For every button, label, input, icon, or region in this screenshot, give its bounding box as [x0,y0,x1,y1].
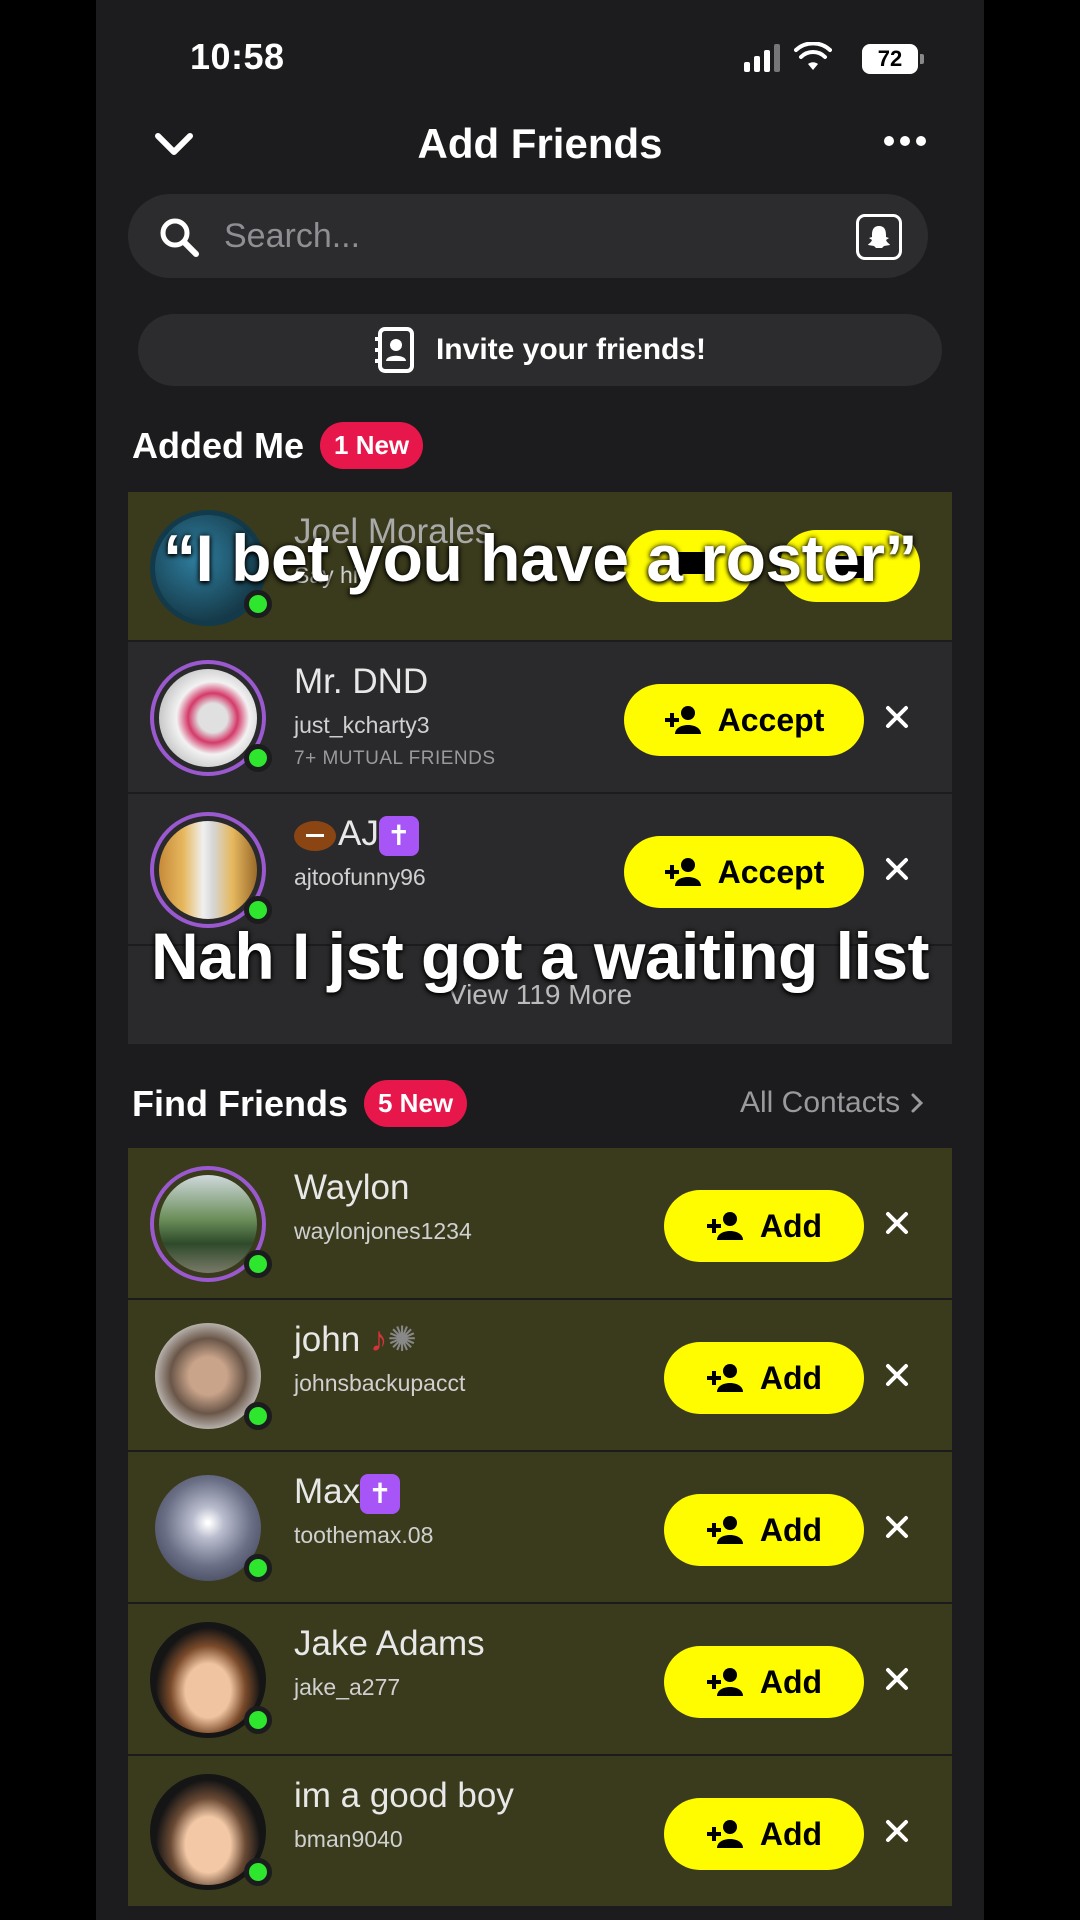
caption-top: “I bet you have a roster” [162,521,918,595]
list-item[interactable]: im a good boy bman9040 Add [128,1756,952,1908]
close-icon[interactable] [882,854,912,884]
caption-bottom: Nah I jst got a waiting list [150,919,930,993]
add-friend-icon [664,858,701,886]
friend-name: im a good boy [294,1776,514,1815]
add-label: Add [759,1511,823,1548]
close-icon[interactable] [882,1664,912,1694]
close-icon[interactable] [882,1512,912,1542]
friend-name-text: AJ [338,814,379,853]
list-item[interactable]: Jake Adams jake_a277 Add [128,1604,952,1756]
online-indicator [244,1554,272,1582]
friend-username: bman9040 [294,1826,403,1852]
search-icon [160,218,199,257]
all-contacts-link[interactable]: All Contacts [740,1086,924,1120]
add-friend-icon [706,1668,743,1696]
guitar-icon: ♪ [369,1320,388,1359]
search-bar [128,194,928,278]
ghost-icon [868,226,890,248]
friend-name: AJ ✝ [294,814,419,856]
friend-username: just_kcharty3 [294,712,430,738]
accept-label: Accept [717,701,825,738]
contacts-book-icon [374,327,414,373]
add-friend-icon [706,1820,743,1848]
online-indicator [244,1858,272,1886]
snapcode-scan-button[interactable] [856,214,902,260]
friend-name: Mr. DND [294,662,429,701]
more-options-icon[interactable] [884,136,926,146]
added-me-new-badge: 1 New [320,422,424,469]
find-friends-new-badge: 5 New [364,1080,468,1127]
find-friends-title: Find Friends [132,1082,348,1124]
close-icon[interactable] [882,1208,912,1238]
add-label: Add [759,1663,823,1700]
find-friends-list: Waylon waylonjones1234 Add john ♪✺ johns… [128,1148,952,1908]
add-button[interactable]: Add [664,1342,864,1414]
add-button[interactable]: Add [664,1798,864,1870]
list-item[interactable]: Waylon waylonjones1234 Add [128,1148,952,1300]
list-item[interactable]: Mr. DND just_kcharty3 7+ MUTUAL FRIENDS … [128,642,952,794]
friend-name: john ♪✺ [294,1320,417,1360]
friend-name: Jake Adams [294,1624,485,1663]
accept-button[interactable]: Accept [624,836,864,908]
friend-name-text: Max [294,1472,361,1511]
accept-label: Accept [717,853,825,890]
battery-nub [920,54,924,64]
add-friend-icon [706,1364,743,1392]
add-friend-icon [706,1516,743,1544]
list-item[interactable]: john ♪✺ johnsbackupacct Add [128,1300,952,1452]
wifi-icon [794,42,832,70]
add-button[interactable]: Add [664,1190,864,1262]
add-friend-icon [664,706,701,734]
status-time: 10:58 [190,36,285,77]
accept-button[interactable]: Accept [624,684,864,756]
signal-icon [744,44,780,72]
friend-username: ajtoofunny96 [294,864,426,890]
online-indicator [244,1250,272,1278]
friend-name: Max ✝ [294,1472,401,1514]
invite-label: Invite your friends! [435,333,707,366]
find-friends-header: Find Friends 5 New [132,1080,468,1127]
added-me-title: Added Me [132,424,305,466]
friend-username: toothemax.08 [294,1522,434,1548]
online-indicator [244,1402,272,1430]
list-item[interactable]: Max ✝ toothemax.08 Add [128,1452,952,1604]
add-label: Add [759,1207,823,1244]
football-icon [294,820,336,851]
close-icon[interactable] [882,1360,912,1390]
friend-name-text: john [294,1320,361,1359]
mutual-friends: 7+ MUTUAL FRIENDS [294,748,496,769]
close-icon[interactable] [882,702,912,732]
close-icon[interactable] [882,1816,912,1846]
search-input[interactable] [224,212,784,260]
online-indicator [244,1706,272,1734]
cross-icon: ✝ [360,1473,401,1514]
friend-name: Waylon [294,1168,410,1207]
friend-username: jake_a277 [294,1674,401,1700]
added-me-header: Added Me 1 New [132,422,424,469]
add-friend-icon [706,1212,743,1240]
add-label: Add [759,1815,823,1852]
all-contacts-label: All Contacts [740,1086,901,1119]
invite-friends-button[interactable]: Invite your friends! [138,314,942,386]
add-label: Add [759,1359,823,1396]
add-button[interactable]: Add [664,1494,864,1566]
online-indicator [244,744,272,772]
page-title: Add Friends [417,120,663,167]
friend-username: johnsbackupacct [294,1370,466,1396]
add-button[interactable]: Add [664,1646,864,1718]
battery-indicator: 72 [862,44,918,74]
spiderweb-icon: ✺ [387,1320,417,1359]
chevron-right-icon [911,1093,924,1113]
cross-icon: ✝ [378,815,419,856]
friend-username: waylonjones1234 [294,1218,472,1244]
